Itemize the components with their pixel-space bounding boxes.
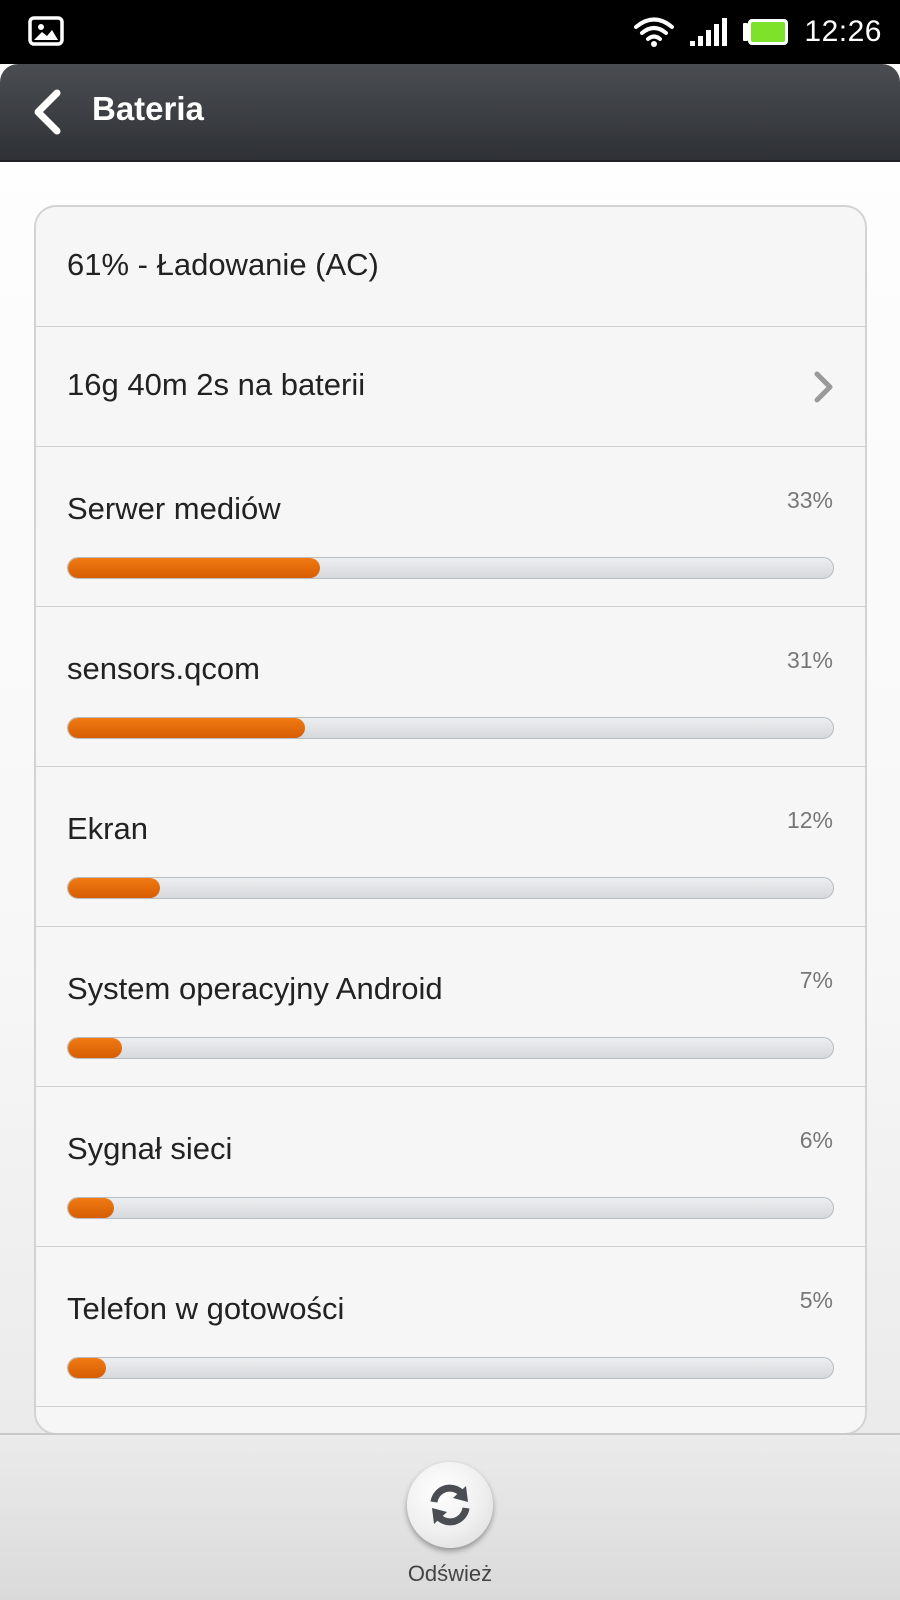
refresh-button[interactable] — [407, 1462, 493, 1548]
battery-time-row[interactable]: 16g 40m 2s na baterii — [36, 327, 865, 447]
usage-bar-fill — [68, 878, 160, 898]
usage-bar — [67, 1197, 834, 1219]
usage-item-percent: 31% — [786, 647, 833, 673]
usage-item-name: System operacyjny Android — [67, 971, 443, 1006]
usage-bar — [67, 1037, 834, 1059]
usage-item[interactable]: Serwer mediów 33% — [36, 447, 865, 607]
usage-item-percent: 6% — [799, 1127, 833, 1153]
battery-time-label: 16g 40m 2s na baterii — [67, 367, 366, 402]
usage-item-name: sensors.qcom — [67, 651, 260, 686]
bottom-bar: Odśwież — [0, 1433, 900, 1600]
wifi-icon — [634, 17, 675, 47]
usage-item-percent: 7% — [799, 967, 833, 993]
page-title: Bateria — [92, 90, 204, 127]
battery-charging-icon — [743, 19, 789, 45]
usage-item[interactable]: sensors.qcom 31% — [36, 607, 865, 767]
title-bar: Bateria — [0, 64, 900, 162]
image-notification-icon — [28, 16, 64, 46]
usage-item-name: Telefon w gotowości — [67, 1291, 345, 1326]
usage-item[interactable]: Telefon w gotowości 5% — [36, 1247, 865, 1407]
usage-item-percent: 5% — [799, 1287, 833, 1313]
usage-item-percent: 33% — [786, 487, 833, 513]
usage-bar-fill — [68, 1038, 122, 1058]
usage-bar-fill — [68, 1198, 114, 1218]
status-bar: 12:26 — [0, 0, 900, 64]
usage-bar — [67, 877, 834, 899]
usage-item-name: Ekran — [67, 811, 148, 846]
chevron-right-icon — [814, 371, 833, 403]
refresh-label: Odśwież — [407, 1561, 493, 1586]
usage-bar — [67, 557, 834, 579]
refresh-icon — [430, 1484, 470, 1526]
usage-item-percent: 12% — [786, 807, 833, 833]
back-button[interactable] — [22, 84, 72, 140]
usage-bar-fill — [68, 558, 321, 578]
status-time: 12:26 — [804, 15, 882, 48]
battery-status-row: 61% - Ładowanie (AC) — [36, 207, 865, 327]
usage-bar-fill — [68, 1358, 107, 1378]
usage-item[interactable]: Ekran 12% — [36, 767, 865, 927]
usage-item-name: Sygnał sieci — [67, 1131, 233, 1166]
signal-icon — [690, 18, 728, 46]
usage-bar — [67, 717, 834, 739]
battery-usage-card: 61% - Ładowanie (AC) 16g 40m 2s na bater… — [34, 205, 867, 1435]
usage-bar — [67, 1357, 834, 1379]
usage-item-partial[interactable] — [36, 1407, 865, 1433]
usage-item[interactable]: System operacyjny Android 7% — [36, 927, 865, 1087]
usage-item[interactable]: Sygnał sieci 6% — [36, 1087, 865, 1247]
usage-item-name: Serwer mediów — [67, 491, 281, 526]
battery-status-label: 61% - Ładowanie (AC) — [67, 247, 379, 282]
back-arrow-icon — [34, 89, 61, 135]
usage-bar-fill — [68, 718, 306, 738]
